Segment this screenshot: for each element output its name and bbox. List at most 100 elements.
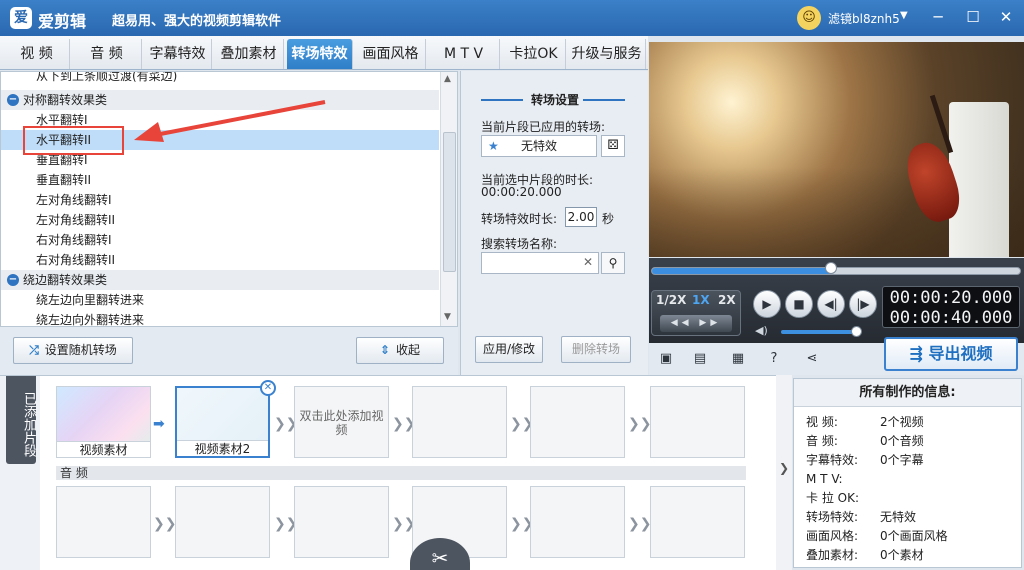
- effect-duration-unit: 秒: [602, 212, 615, 226]
- effect-duration-input[interactable]: 2.00: [565, 207, 597, 227]
- search-icon[interactable]: ⚲: [601, 252, 625, 274]
- new-project-icon[interactable]: ▣: [657, 350, 675, 368]
- volume-icon[interactable]: ◀): [755, 324, 768, 337]
- scroll-down-icon[interactable]: ▼: [444, 312, 451, 322]
- scrollbar-thumb[interactable]: [443, 132, 456, 272]
- list-item[interactable]: 绕左边向外翻转进来: [1, 310, 439, 326]
- volume-knob[interactable]: [851, 326, 862, 337]
- tab-picture-style[interactable]: 画面风格: [356, 39, 426, 69]
- current-time: 00:00:20.000: [889, 288, 1013, 308]
- next-frame-icon[interactable]: |▶: [849, 290, 877, 318]
- group-label: 绕边翻转效果类: [23, 273, 108, 287]
- list-item[interactable]: 右对角线翻转I: [1, 230, 439, 250]
- tab-mtv[interactable]: M T V: [428, 39, 500, 69]
- audio-slot[interactable]: [294, 486, 389, 558]
- title-bar: 爱 爱剪辑 超易用、强大的视频剪辑软件 ☺ 滤镜bl8znh5 ▼ ─ ☐ ✕: [0, 0, 1024, 36]
- audio-slot[interactable]: [56, 486, 151, 558]
- tab-video[interactable]: 视 频: [4, 39, 70, 69]
- info-row: 音 频: 0个音频: [806, 434, 924, 448]
- transition-arrow-icon: ❯❯: [153, 516, 177, 532]
- share-icon[interactable]: ⋖: [803, 350, 821, 368]
- empty-clip-slot[interactable]: [650, 386, 745, 458]
- list-item[interactable]: 右对角线翻转II: [1, 250, 439, 270]
- add-video-slot[interactable]: 双击此处添加视频: [294, 386, 389, 458]
- clip-item-selected[interactable]: 视频素材2 ✕: [175, 380, 276, 458]
- clear-icon[interactable]: ✕: [583, 255, 593, 269]
- progress-fill: [652, 268, 833, 274]
- transition-arrow-icon[interactable]: ➡: [153, 416, 165, 432]
- list-item[interactable]: 垂直翻转II: [1, 170, 439, 190]
- audio-slot[interactable]: [650, 486, 745, 558]
- project-toolbar: ▣ ▤ ▦ ? ⋖ ⇶ 导出视频: [649, 337, 1024, 375]
- audio-track-label: 音 频: [56, 466, 746, 480]
- tab-karaoke[interactable]: 卡拉OK: [502, 39, 566, 69]
- open-folder-icon[interactable]: ▤: [691, 350, 709, 368]
- audio-slot[interactable]: [175, 486, 270, 558]
- help-icon[interactable]: ?: [765, 350, 783, 368]
- tab-subtitle-effects[interactable]: 字幕特效: [144, 39, 212, 69]
- expand-panel-toggle[interactable]: ❯: [776, 375, 792, 570]
- list-item[interactable]: 绕左边向里翻转进来: [1, 290, 439, 310]
- user-avatar-icon[interactable]: ☺: [797, 6, 821, 30]
- tab-overlay[interactable]: 叠加素材: [214, 39, 284, 69]
- tab-audio[interactable]: 音 频: [72, 39, 142, 69]
- tab-upgrade-service[interactable]: 升级与服务: [568, 39, 646, 69]
- tab-transition-effects[interactable]: 转场特效: [287, 39, 353, 69]
- user-name[interactable]: 滤镜bl8znh5: [828, 10, 900, 27]
- collapse-button[interactable]: ⇕ 收起: [356, 337, 444, 364]
- delete-transition-button[interactable]: 删除转场: [561, 336, 631, 363]
- play-icon[interactable]: ▶: [753, 290, 781, 318]
- list-item[interactable]: 左对角线翻转II: [1, 210, 439, 230]
- export-video-button[interactable]: ⇶ 导出视频: [884, 337, 1018, 371]
- segment-duration-value: 00:00:20.000: [481, 185, 562, 199]
- info-row: 字幕特效: 0个字幕: [806, 453, 924, 467]
- app-name: 爱剪辑: [38, 12, 87, 31]
- group-row-edge-flip[interactable]: − 绕边翻转效果类: [1, 270, 439, 290]
- preview-chair: [949, 102, 1009, 257]
- apply-button[interactable]: 应用/修改: [475, 336, 543, 363]
- prev-frame-icon[interactable]: ◀|: [817, 290, 845, 318]
- annotation-highlight-box: [23, 126, 124, 155]
- empty-clip-slot[interactable]: [530, 386, 625, 458]
- player-controls: 1/2X 1X 2X ◀◀ ▶▶ ▶ ■ ◀| |▶ ◀) 00:00:20.0…: [649, 258, 1024, 343]
- collapse-icon[interactable]: −: [7, 94, 19, 106]
- collapse-icon[interactable]: −: [7, 274, 19, 286]
- export-icon: ⇶: [909, 344, 929, 363]
- chevron-right-icon[interactable]: ❯: [779, 461, 789, 475]
- applied-transition-field[interactable]: ★ 无特效: [481, 135, 597, 157]
- random-transition-button[interactable]: ⤮ 设置随机转场: [13, 337, 133, 364]
- search-transition-input[interactable]: [481, 252, 599, 274]
- remove-clip-icon[interactable]: ✕: [260, 380, 276, 396]
- close-button[interactable]: ✕: [994, 6, 1018, 30]
- speed-half[interactable]: 1/2X: [656, 293, 686, 307]
- list-item[interactable]: 左对角线翻转I: [1, 190, 439, 210]
- empty-clip-slot[interactable]: [412, 386, 507, 458]
- speed-control: 1/2X 1X 2X ◀◀ ▶▶: [651, 290, 741, 336]
- transition-settings-panel: 转场设置 当前片段已应用的转场: ★ 无特效 ⚄ 当前选中片段的时长: 00:0…: [460, 71, 648, 375]
- stop-icon[interactable]: ■: [785, 290, 813, 318]
- list-action-bar: ⤮ 设置随机转场 ⇕ 收起: [0, 327, 458, 375]
- info-row: 视 频: 2个视频: [806, 415, 924, 429]
- info-row: 叠加素材: 0个素材: [806, 548, 924, 562]
- speed-wheel[interactable]: ◀◀ ▶▶: [660, 315, 732, 332]
- volume-slider[interactable]: [781, 330, 857, 334]
- audio-slot[interactable]: [530, 486, 625, 558]
- info-row: 卡 拉 OK:: [806, 491, 859, 505]
- scroll-up-icon[interactable]: ▲: [444, 74, 451, 84]
- speed-normal[interactable]: 1X: [692, 293, 710, 307]
- minimize-button[interactable]: ─: [926, 6, 950, 30]
- clip-item[interactable]: 视频素材: [56, 386, 151, 458]
- time-display: 00:00:20.000 00:00:40.000: [882, 286, 1020, 328]
- list-item[interactable]: 从下到上条顺过渡(有菜边): [1, 72, 439, 86]
- chevron-down-icon[interactable]: ▼: [900, 10, 908, 21]
- info-row: 转场特效: 无特效: [806, 510, 917, 524]
- maximize-button[interactable]: ☐: [961, 6, 985, 30]
- dice-icon[interactable]: ⚄: [601, 135, 625, 157]
- video-preview[interactable]: [649, 42, 1024, 257]
- list-scrollbar[interactable]: ▲ ▼: [440, 72, 457, 326]
- clip-caption: 视频素材: [57, 441, 150, 457]
- save-icon[interactable]: ▦: [729, 350, 747, 368]
- shuffle-icon: ⤮: [29, 343, 39, 357]
- speed-double[interactable]: 2X: [718, 293, 736, 307]
- added-clips-label: 已添加片段: [6, 376, 36, 464]
